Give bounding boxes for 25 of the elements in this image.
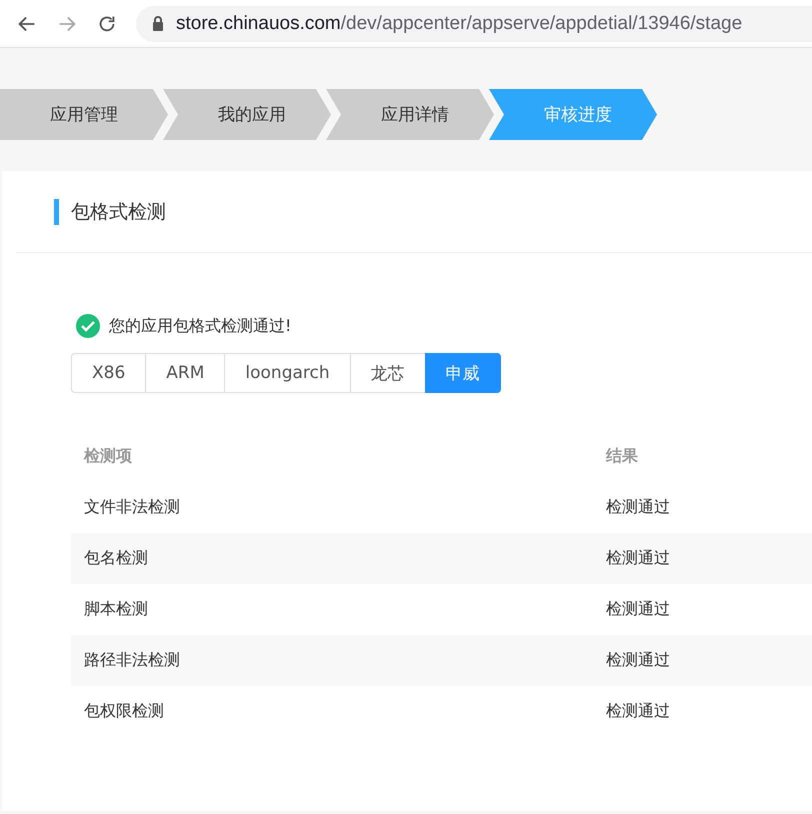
breadcrumb-step[interactable]: 应用管理 bbox=[0, 89, 168, 140]
column-header: 结果 bbox=[606, 446, 639, 467]
table-cell-text: 检测通过 bbox=[606, 599, 671, 620]
table-cell-text: 检测通过 bbox=[606, 497, 671, 518]
table-cell-text: 检测通过 bbox=[606, 548, 671, 569]
arch-tab[interactable]: loongarch bbox=[224, 353, 351, 393]
arch-tab[interactable]: ARM bbox=[145, 353, 226, 393]
check-circle-icon bbox=[75, 313, 101, 339]
table-cell-text: 文件非法检测 bbox=[84, 497, 181, 518]
table-cell-text: 路径非法检测 bbox=[84, 650, 181, 671]
address-bar[interactable]: store.chinauos.com/dev/appcenter/appserve/appdetial/13946/stage bbox=[136, 6, 812, 42]
table-cell-text: 检测通过 bbox=[606, 650, 671, 671]
arch-tab[interactable]: X86 bbox=[71, 353, 146, 393]
breadcrumb-step[interactable]: 应用详情 bbox=[326, 89, 494, 140]
result-message: 您的应用包格式检测通过! bbox=[109, 316, 292, 336]
lock-icon bbox=[152, 16, 164, 31]
column-header: 检测项 bbox=[84, 446, 133, 467]
breadcrumb-step[interactable]: 我的应用 bbox=[163, 89, 331, 140]
table-cell-text: 包权限检测 bbox=[84, 701, 165, 722]
table-cell-text: 包名检测 bbox=[84, 548, 149, 569]
section-title: 包格式检测 bbox=[71, 200, 166, 224]
arch-tab[interactable]: 龙芯 bbox=[350, 353, 426, 393]
title-accent-bar bbox=[54, 198, 59, 224]
table-cell-text: 检测通过 bbox=[606, 701, 671, 722]
table-cell-text: 脚本检测 bbox=[84, 599, 149, 620]
